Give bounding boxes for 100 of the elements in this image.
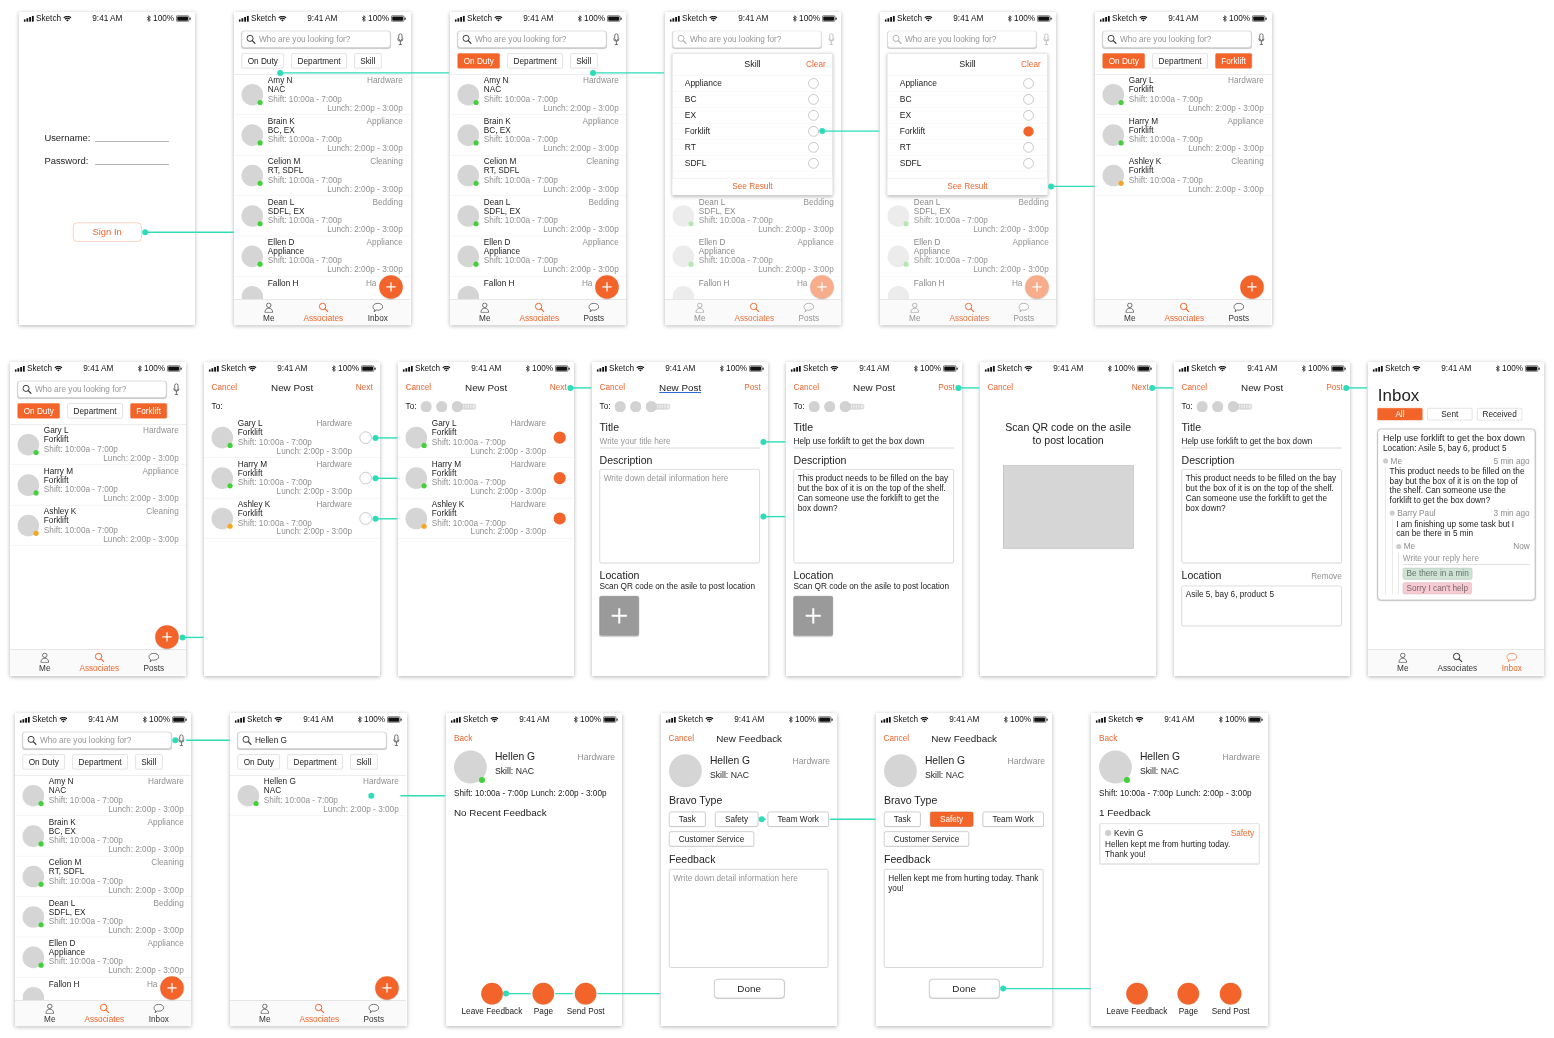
add-button[interactable] — [1025, 275, 1049, 299]
radio-button[interactable] — [1023, 125, 1034, 137]
tab-item[interactable]: Me — [17, 650, 73, 676]
segment-tab[interactable]: Sent — [1426, 408, 1472, 421]
filter-chip[interactable]: On Duty — [241, 53, 285, 69]
add-location-button[interactable] — [599, 596, 639, 636]
skill-option[interactable]: Forklift — [684, 126, 710, 136]
radio-button[interactable] — [553, 512, 566, 525]
skill-option[interactable]: Forklift — [899, 126, 926, 136]
skill-option[interactable]: SDFL — [684, 158, 707, 168]
search-bar[interactable]: Hellen G — [237, 731, 387, 749]
radio-button[interactable] — [808, 94, 819, 105]
search-field[interactable]: Who are you looking for? — [474, 33, 602, 45]
reply-field[interactable]: Write your reply here — [1402, 553, 1530, 566]
add-button[interactable] — [379, 275, 403, 299]
tab-item[interactable]: Posts — [346, 1000, 402, 1027]
skill-option[interactable]: Appliance — [899, 78, 937, 89]
search-field[interactable]: Who are you looking for? — [39, 734, 167, 746]
filter-chip[interactable]: Department — [506, 53, 563, 69]
radio-button[interactable] — [1023, 110, 1034, 121]
type-chip[interactable]: Task — [668, 811, 706, 827]
skill-option[interactable]: BC — [899, 94, 912, 105]
search-field[interactable]: Who are you looking for? — [689, 33, 817, 45]
tab-item[interactable]: Me — [1375, 650, 1430, 676]
filter-chip[interactable]: Skill — [569, 53, 597, 69]
action-button[interactable] — [1220, 982, 1242, 1005]
add-button[interactable] — [375, 976, 399, 1000]
filter-chip[interactable]: Department — [291, 53, 347, 69]
feedback-field[interactable]: Hellen kept me from hurting today. Thank you! — [884, 869, 1044, 968]
radio-button[interactable] — [553, 472, 566, 485]
tab-item[interactable]: Me — [22, 1000, 78, 1027]
type-chip[interactable]: Customer Service — [884, 831, 970, 847]
radio-button[interactable] — [1023, 157, 1034, 169]
filter-chip[interactable]: On Duty — [22, 754, 65, 770]
filter-chip[interactable]: Skill — [350, 754, 378, 770]
skill-option[interactable]: Appliance — [684, 78, 722, 89]
radio-button[interactable] — [808, 125, 819, 137]
type-chip[interactable]: Customer Service — [668, 831, 754, 847]
title-field[interactable]: Help use forklift to get the box down — [1181, 434, 1342, 449]
segment-tab[interactable]: Received — [1476, 408, 1522, 421]
type-chip[interactable]: Task — [884, 811, 921, 827]
search-bar[interactable]: Who are you looking for? — [672, 30, 822, 48]
filter-chip[interactable]: Department — [72, 754, 128, 770]
filter-chip[interactable]: Department — [67, 403, 123, 419]
skill-option[interactable]: EX — [899, 110, 912, 121]
tab-item[interactable]: Inbox — [350, 299, 406, 326]
add-button[interactable] — [810, 275, 834, 299]
radio-button[interactable] — [1023, 78, 1034, 89]
tab-item[interactable]: Posts — [566, 299, 621, 326]
search-bar[interactable]: Who are you looking for? — [241, 30, 391, 48]
tab-item[interactable]: Posts — [126, 650, 182, 676]
skill-option[interactable]: RT — [684, 142, 696, 152]
radio-button[interactable] — [808, 78, 819, 89]
add-button[interactable] — [594, 275, 619, 299]
radio-button[interactable] — [359, 431, 372, 445]
search-bar[interactable]: Who are you looking for? — [1102, 30, 1252, 48]
tab-item[interactable]: Posts — [1211, 299, 1267, 326]
action-button[interactable] — [1126, 982, 1148, 1005]
radio-button[interactable] — [359, 472, 372, 485]
feedback-field[interactable]: Write down detail information here — [668, 869, 829, 968]
radio-button[interactable] — [1023, 141, 1034, 153]
type-chip[interactable]: Safety — [714, 811, 758, 827]
search-field[interactable]: Hellen G — [255, 734, 383, 746]
search-field[interactable]: Who are you looking for? — [1120, 33, 1248, 45]
search-bar[interactable]: Who are you looking for? — [17, 381, 167, 399]
type-chip[interactable]: Team Work — [982, 811, 1044, 827]
title-field[interactable]: Write your title here — [599, 434, 760, 449]
action-button[interactable] — [532, 982, 554, 1005]
action-button[interactable] — [1177, 982, 1200, 1005]
tab-item[interactable]: Me — [241, 299, 297, 326]
skill-option[interactable]: BC — [684, 94, 697, 105]
tab-item[interactable]: Associates — [1429, 650, 1485, 676]
tab-item[interactable]: Me — [1102, 299, 1158, 326]
filter-chip[interactable]: On Duty — [237, 754, 281, 770]
filter-chip[interactable]: Skill — [354, 53, 382, 69]
quick-reply-button[interactable]: Sorry I can't help — [1402, 582, 1472, 595]
description-field[interactable]: This product needs to be filled on the bay but the box of it is on the top of the shelf. Can someone use the forklift to get the box down? — [793, 469, 954, 564]
done-button[interactable]: Done — [928, 979, 1000, 999]
tab-item[interactable]: Me — [457, 299, 512, 326]
filter-chip[interactable]: Skill — [135, 754, 163, 770]
radio-button[interactable] — [359, 512, 372, 525]
radio-button[interactable] — [808, 110, 819, 121]
skill-option[interactable]: RT — [899, 142, 911, 152]
action-button[interactable] — [574, 982, 596, 1005]
add-button[interactable] — [160, 976, 184, 1000]
description-field[interactable]: This product needs to be filled on the bay but the box of it is on the top of the shelf. Can someone use the forklift to get the box down? — [1181, 469, 1342, 564]
search-bar[interactable]: Who are you looking for? — [887, 30, 1037, 48]
filter-chip[interactable]: Department — [1152, 53, 1208, 69]
radio-button[interactable] — [808, 157, 819, 169]
done-button[interactable]: Done — [713, 979, 785, 999]
description-field[interactable]: Write down detail information here — [599, 469, 760, 564]
remove-button[interactable]: Remove — [1310, 571, 1342, 582]
radio-button[interactable] — [1023, 94, 1034, 105]
add-button[interactable] — [1240, 275, 1264, 299]
tab-item[interactable]: Inbox — [131, 1000, 187, 1027]
search-field[interactable]: Who are you looking for? — [259, 33, 387, 45]
tab-item[interactable]: Me — [237, 1000, 293, 1027]
type-chip[interactable]: Team Work — [767, 811, 829, 827]
add-button[interactable] — [155, 625, 179, 650]
action-button[interactable] — [480, 982, 503, 1005]
